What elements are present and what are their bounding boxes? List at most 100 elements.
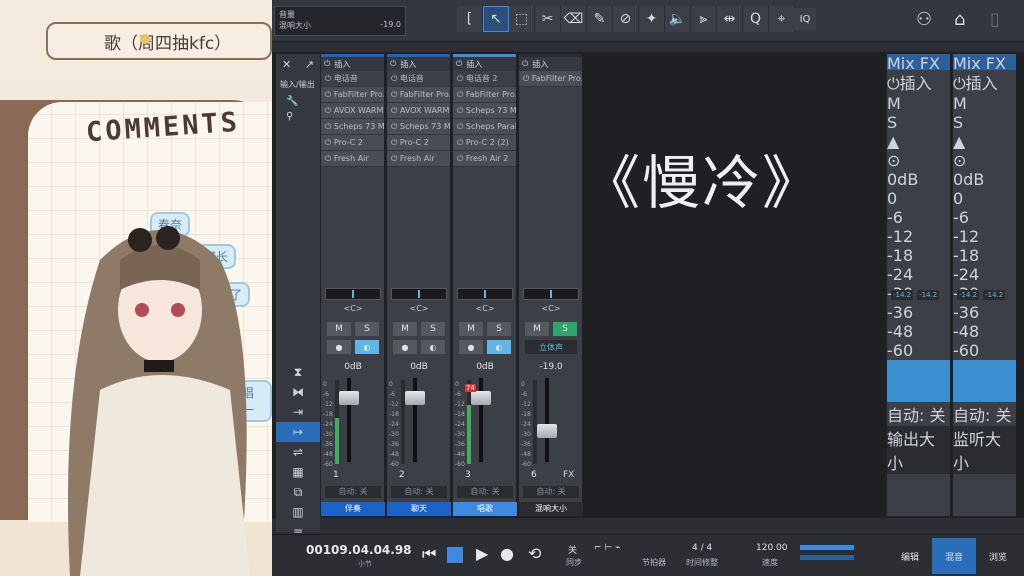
insert-slot[interactable]: ⏻ Scheps 73 M.. <box>321 119 384 135</box>
insert-slot[interactable]: ⏻ Pro-C 2 (2) <box>453 135 516 151</box>
insert-slot[interactable]: ⏻ AVOX WARM <box>387 103 450 119</box>
insert-slot[interactable]: ⏻ 电话音 2 <box>453 71 516 87</box>
insert-slot[interactable]: ⏻ Pro-C 2 <box>387 135 450 151</box>
power-icon[interactable]: ⏻ <box>457 154 466 164</box>
solo-button[interactable]: S <box>421 322 445 336</box>
time-signature[interactable]: 4 / 4 <box>692 543 712 553</box>
mute-button[interactable]: M <box>887 94 950 113</box>
automation-mode[interactable]: 自动: 关 <box>325 486 381 498</box>
user-icon[interactable]: ⚇ <box>916 9 932 30</box>
insert-header[interactable]: ⏻插入 <box>453 57 516 71</box>
power-icon[interactable]: ⏻ <box>457 90 466 100</box>
power-icon[interactable]: ⏻ <box>457 74 466 84</box>
solo-button[interactable]: S <box>355 322 379 336</box>
insert-header[interactable]: ⏻插入 <box>953 70 1016 94</box>
power-icon[interactable]: ⏻ <box>325 122 334 132</box>
solo-button[interactable]: S <box>487 322 511 336</box>
pan-slider[interactable] <box>391 288 447 300</box>
eraser-tool-icon[interactable]: ⌫ <box>561 6 587 32</box>
phase-button[interactable]: ⊙ <box>887 151 950 170</box>
power-icon[interactable]: ⏻ <box>391 90 400 100</box>
solo-button[interactable]: S <box>553 322 577 336</box>
power-icon[interactable]: ⏻ <box>391 106 400 116</box>
pan-slider[interactable] <box>523 288 579 300</box>
power-icon[interactable]: ⏻ <box>887 74 900 93</box>
power-icon[interactable]: ⏻ <box>324 59 330 69</box>
mix-fx-label[interactable]: Mix FX <box>887 54 950 73</box>
solo-button[interactable]: S <box>887 113 950 132</box>
record-icon[interactable]: ● <box>500 544 514 563</box>
insert-header[interactable]: ⏻插入 <box>887 70 950 94</box>
wrench-icon[interactable]: 🔧 <box>276 94 320 109</box>
range-tool-icon[interactable]: ⬚ <box>509 6 535 32</box>
stereo-mode[interactable]: 立体声 <box>525 340 577 354</box>
power-icon[interactable]: ⏻ <box>522 59 528 69</box>
power-icon[interactable]: ⏻ <box>457 138 466 148</box>
power-icon[interactable]: ⏻ <box>391 138 400 148</box>
mix-fx-label[interactable]: Mix FX <box>953 54 1016 73</box>
play-icon[interactable]: ▶ <box>476 544 488 563</box>
volume-display[interactable]: 音量 混响大小 -19.0 <box>274 6 406 36</box>
insert-slot[interactable]: ⏻ FabFilter Pro.. <box>519 71 582 87</box>
channel-name[interactable]: 输出大小 <box>887 426 950 474</box>
insert-header[interactable]: ⏻插入 <box>387 57 450 71</box>
nav-mix[interactable]: 混音 <box>932 538 976 574</box>
listen-tool-icon[interactable]: 🔈 <box>665 6 691 32</box>
power-icon[interactable]: ⏻ <box>325 106 334 116</box>
mute-button[interactable]: M <box>327 322 351 336</box>
pencil-tool-icon[interactable]: ✎ <box>587 6 613 32</box>
mute-button[interactable]: M <box>393 322 417 336</box>
insert-slot[interactable]: ⏻ Fresh Air <box>387 151 450 167</box>
insert-slot[interactable]: ⏻ Fresh Air <box>321 151 384 167</box>
mute-button[interactable]: M <box>953 94 1016 113</box>
insert-slot[interactable]: ⏻ 电话音 <box>387 71 450 87</box>
solo-button[interactable]: S <box>953 113 1016 132</box>
bracket-tool-icon[interactable]: [ <box>457 6 483 32</box>
close-icon[interactable]: ✕ <box>282 58 291 71</box>
insert-slot[interactable]: ⏻ Pro-C 2 <box>321 135 384 151</box>
insert-slot[interactable]: ⏻ FabFilter Pro.. <box>321 87 384 103</box>
automation-mode[interactable]: 自动: 关 <box>457 486 513 498</box>
insert-slot[interactable]: ⏻ Scheps 73 M.. <box>387 119 450 135</box>
power-icon[interactable]: ⏻ <box>391 74 400 84</box>
power-icon[interactable]: ⏻ <box>325 90 334 100</box>
power-icon[interactable]: ⏻ <box>457 106 466 116</box>
home-icon[interactable]: ⌂ <box>954 9 965 30</box>
power-icon[interactable]: ⏻ <box>953 74 966 93</box>
document-icon[interactable]: ▯ <box>990 9 1000 30</box>
channel-name[interactable]: 混响大小 <box>519 502 583 516</box>
monitor-button[interactable]: ◐ <box>487 340 511 354</box>
automation-mode[interactable]: 自动: 关 <box>391 486 447 498</box>
channel-name[interactable]: 监听大小 <box>953 426 1016 474</box>
power-icon[interactable]: ⏻ <box>325 154 334 164</box>
automation-mode[interactable]: 自动: 关 <box>523 486 579 498</box>
bus-icon[interactable]: ⇌ <box>276 442 320 462</box>
power-icon[interactable]: ⏻ <box>523 74 532 84</box>
tempo[interactable]: 120.00 <box>756 543 788 553</box>
power-icon[interactable]: ⏻ <box>391 154 400 164</box>
mute-button[interactable]: M <box>459 322 483 336</box>
automation-mode[interactable]: 自动: 关 <box>887 402 950 426</box>
insert-slot[interactable]: ⏻ AVOX WARM <box>321 103 384 119</box>
volume-fader[interactable] <box>471 390 491 405</box>
nav-browse[interactable]: 浏览 <box>976 538 1020 574</box>
phase-button[interactable]: ⊙ <box>953 151 1016 170</box>
sync-state[interactable]: 关 <box>568 543 577 556</box>
volume-fader[interactable] <box>537 424 557 439</box>
mute-tool-icon[interactable]: ⊘ <box>613 6 639 32</box>
pan-slider[interactable] <box>325 288 381 300</box>
volume-fader[interactable] <box>405 390 425 405</box>
rewind-icon[interactable]: ⏮ <box>422 544 436 564</box>
monitor-button[interactable]: ◐ <box>355 340 379 354</box>
layers-icon[interactable]: ⧉ <box>276 482 320 502</box>
channel-name[interactable]: 聊天 <box>387 502 451 516</box>
power-icon[interactable]: ⏻ <box>325 138 334 148</box>
power-icon[interactable]: ⏻ <box>456 59 462 69</box>
quantize-icon[interactable]: Q <box>743 6 769 32</box>
insert-header[interactable]: ⏻插入 <box>519 57 582 71</box>
power-icon[interactable]: ⏻ <box>391 122 400 132</box>
record-arm-button[interactable]: ● <box>393 340 417 354</box>
record-arm-button[interactable]: ● <box>327 340 351 354</box>
insert-slot[interactable]: ⏻ Scheps 73 M.. <box>453 103 516 119</box>
snap-grid-icon[interactable]: ⇹ <box>717 6 743 32</box>
